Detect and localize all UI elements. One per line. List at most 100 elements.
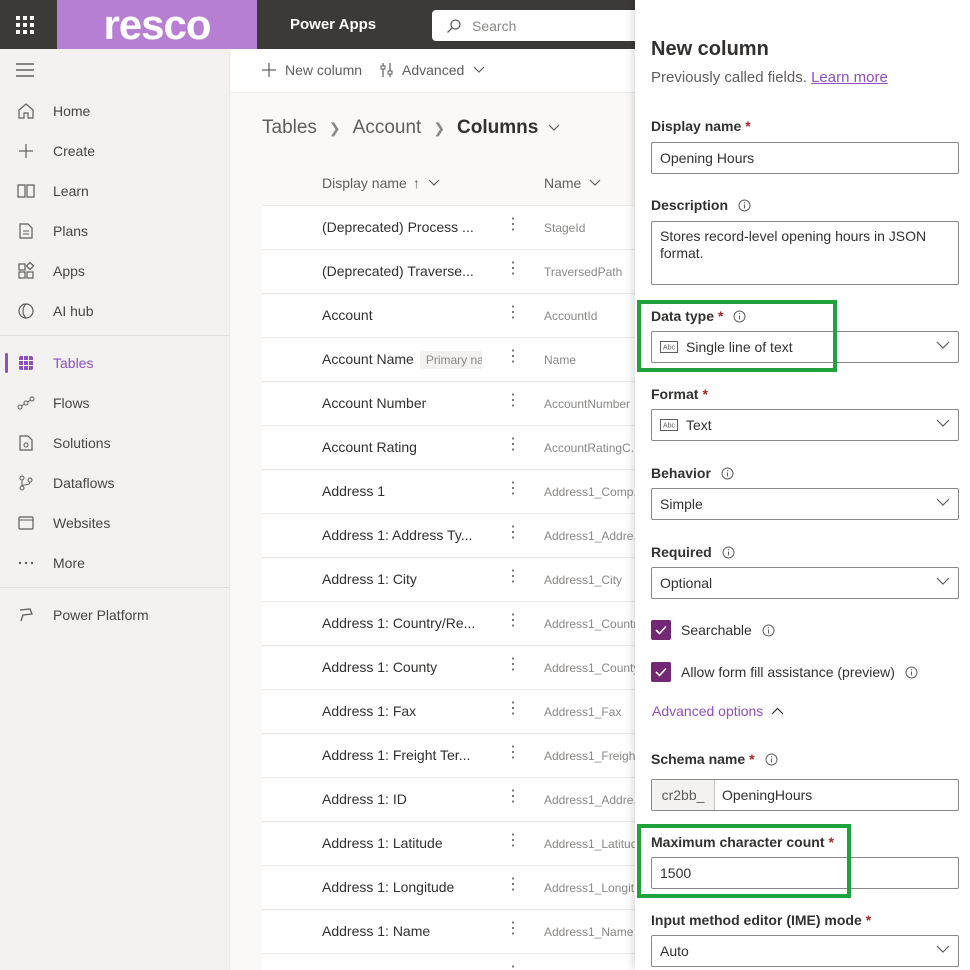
form-fill-checkbox[interactable] — [651, 662, 671, 682]
advanced-options-toggle[interactable]: Advanced options — [652, 703, 784, 719]
app-name[interactable]: Power Apps — [290, 16, 376, 33]
row-display-name[interactable]: Account Name Primary na — [322, 351, 482, 370]
column-header-display-name[interactable]: Display name ↑ — [322, 175, 440, 191]
hamburger-icon[interactable] — [16, 63, 34, 77]
column-header-name[interactable]: Name — [544, 175, 601, 191]
required-dropdown[interactable]: Optional — [651, 567, 959, 599]
nav-item-dataflows[interactable]: Dataflows — [0, 465, 230, 501]
schema-value[interactable]: OpeningHours — [715, 780, 812, 810]
description-textarea[interactable]: Stores record-level opening hours in JSO… — [651, 221, 959, 285]
schema-name-input[interactable]: cr2bb_ OpeningHours — [651, 779, 959, 811]
more-vertical-icon[interactable]: ⋮ — [505, 744, 521, 762]
row-display-name[interactable]: Address 1: Country/Re... — [322, 615, 475, 631]
nav-item-power-platform[interactable]: Power Platform — [0, 597, 230, 633]
app-launcher-button[interactable] — [0, 0, 49, 49]
advanced-button[interactable]: Advanced — [380, 62, 485, 78]
row-display-name[interactable]: Address 1: County — [322, 659, 437, 675]
table-row[interactable]: ⋮ — [262, 953, 635, 970]
more-vertical-icon[interactable]: ⋮ — [505, 832, 521, 850]
row-display-name[interactable]: Address 1: Fax — [322, 703, 416, 719]
searchable-checkbox[interactable] — [651, 620, 671, 640]
more-vertical-icon[interactable]: ⋮ — [505, 216, 521, 234]
nav-item-more[interactable]: More — [0, 545, 230, 581]
table-row[interactable]: Address 1: City ⋮ Address1_City — [262, 557, 635, 601]
row-display-name[interactable]: (Deprecated) Traverse... — [322, 263, 474, 279]
more-vertical-icon[interactable]: ⋮ — [505, 920, 521, 938]
display-name-input[interactable]: Opening Hours — [651, 142, 959, 174]
more-vertical-icon[interactable]: ⋮ — [505, 260, 521, 278]
more-vertical-icon[interactable]: ⋮ — [505, 392, 521, 410]
format-dropdown[interactable]: Abc Text — [651, 409, 959, 441]
nav-item-websites[interactable]: Websites — [0, 505, 230, 541]
row-display-name[interactable]: Address 1: City — [322, 571, 417, 587]
more-vertical-icon[interactable]: ⋮ — [505, 348, 521, 366]
table-row[interactable]: Account Rating ⋮ AccountRatingC... — [262, 425, 635, 469]
table-row[interactable]: (Deprecated) Process ... ⋮ StageId — [262, 205, 635, 249]
nav-item-apps[interactable]: Apps — [0, 253, 230, 289]
nav-item-home[interactable]: Home — [0, 93, 230, 129]
more-vertical-icon[interactable]: ⋮ — [505, 524, 521, 542]
info-icon[interactable] — [722, 546, 735, 559]
nav-item-solutions[interactable]: Solutions — [0, 425, 230, 461]
more-vertical-icon[interactable]: ⋮ — [505, 436, 521, 454]
table-row[interactable]: Address 1: County ⋮ Address1_County — [262, 645, 635, 689]
searchable-option[interactable]: Searchable — [651, 620, 775, 640]
row-display-name[interactable]: Address 1: Name — [322, 923, 430, 939]
more-vertical-icon[interactable]: ⋮ — [505, 876, 521, 894]
learn-more-link[interactable]: Learn more — [811, 69, 888, 86]
info-icon[interactable] — [905, 666, 918, 679]
new-column-button[interactable]: New column — [261, 62, 362, 78]
nav-item-create[interactable]: Create — [0, 133, 230, 169]
ime-mode-dropdown[interactable]: Auto — [651, 935, 959, 967]
ai-hub-icon — [16, 301, 36, 321]
breadcrumb-account[interactable]: Account — [353, 117, 422, 139]
row-display-name[interactable]: Account Number — [322, 395, 426, 411]
behavior-dropdown[interactable]: Simple — [651, 488, 959, 520]
search-box[interactable]: Search — [432, 10, 652, 41]
nav-item-learn[interactable]: Learn — [0, 173, 230, 209]
table-row[interactable]: Account ⋮ AccountId — [262, 293, 635, 337]
row-display-name[interactable]: Address 1: Latitude — [322, 835, 443, 851]
row-display-name[interactable]: Account — [322, 307, 373, 323]
brand-logo[interactable]: resco — [57, 0, 257, 49]
info-icon[interactable] — [721, 467, 734, 480]
table-row[interactable]: Account Number ⋮ AccountNumber — [262, 381, 635, 425]
more-vertical-icon[interactable]: ⋮ — [505, 788, 521, 806]
more-vertical-icon[interactable]: ⋮ — [505, 568, 521, 586]
row-display-name[interactable]: Address 1 — [322, 483, 385, 499]
row-display-name[interactable]: Address 1: ID — [322, 791, 407, 807]
table-row[interactable]: Address 1: Address Ty... ⋮ Address1_Addr… — [262, 513, 635, 557]
more-vertical-icon[interactable]: ⋮ — [505, 964, 521, 970]
more-vertical-icon[interactable]: ⋮ — [505, 480, 521, 498]
table-row[interactable]: Address 1: Country/Re... ⋮ Address1_Coun… — [262, 601, 635, 645]
table-row[interactable]: Address 1: Name ⋮ Address1_Name — [262, 909, 635, 953]
row-display-name[interactable]: Address 1: Longitude — [322, 879, 454, 895]
table-row[interactable]: Address 1 ⋮ Address1_Comp... — [262, 469, 635, 513]
table-row[interactable]: Address 1: Latitude ⋮ Address1_Latitud — [262, 821, 635, 865]
table-row[interactable]: Account Name Primary na ⋮ Name — [262, 337, 635, 381]
nav-item-tables[interactable]: Tables — [0, 345, 230, 381]
more-vertical-icon[interactable]: ⋮ — [505, 304, 521, 322]
nav-item-ai-hub[interactable]: AI hub — [0, 293, 230, 329]
row-display-name[interactable]: (Deprecated) Process ... — [322, 219, 474, 235]
table-row[interactable]: Address 1: ID ⋮ Address1_Addre... — [262, 777, 635, 821]
info-icon[interactable] — [765, 753, 778, 766]
nav-item-flows[interactable]: Flows — [0, 385, 230, 421]
nav-item-plans[interactable]: Plans — [0, 213, 230, 249]
more-vertical-icon[interactable]: ⋮ — [505, 656, 521, 674]
form-fill-option[interactable]: Allow form fill assistance (preview) — [651, 662, 918, 682]
more-vertical-icon[interactable]: ⋮ — [505, 612, 521, 630]
chevron-down-icon[interactable] — [548, 124, 560, 132]
breadcrumb-tables[interactable]: Tables — [262, 117, 317, 139]
row-display-name[interactable]: Address 1: Address Ty... — [322, 527, 472, 543]
table-row[interactable]: Address 1: Longitude ⋮ Address1_Longit..… — [262, 865, 635, 909]
table-row[interactable]: Address 1: Fax ⋮ Address1_Fax — [262, 689, 635, 733]
row-display-name[interactable]: Address 1: Freight Ter... — [322, 747, 470, 763]
breadcrumb-columns[interactable]: Columns — [457, 117, 538, 139]
info-icon[interactable] — [762, 624, 775, 637]
table-row[interactable]: Address 1: Freight Ter... ⋮ Address1_Fre… — [262, 733, 635, 777]
info-icon[interactable] — [738, 199, 751, 212]
table-row[interactable]: (Deprecated) Traverse... ⋮ TraversedPath — [262, 249, 635, 293]
more-vertical-icon[interactable]: ⋮ — [505, 700, 521, 718]
row-display-name[interactable]: Account Rating — [322, 439, 417, 455]
